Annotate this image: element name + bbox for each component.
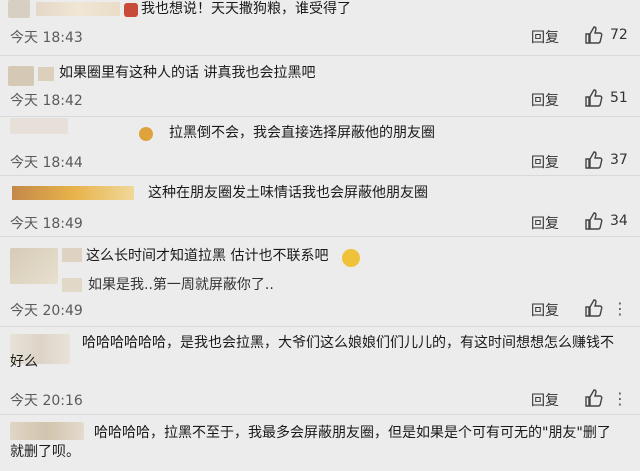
more-icon[interactable]: ⋮ [612, 389, 628, 408]
thumbs-up-icon[interactable] [584, 298, 604, 318]
comment-text: 这么长时间才知道拉黑 估计也不联系吧 [86, 248, 329, 264]
emoji-icon [124, 3, 138, 17]
blurred-username [62, 278, 82, 292]
comment-item: 哈哈哈哈，拉黑不至于，我最多会屏蔽朋友圈，但是如果是个可有可无的"朋友"删了就删… [0, 420, 640, 471]
like-count: 51 [610, 90, 628, 106]
emoji-icon [139, 127, 153, 141]
reply-button[interactable]: 回复 [531, 300, 559, 320]
divider [0, 175, 640, 176]
comment-text: 如果圈里有这种人的话 讲真我也会拉黑吧 [59, 65, 316, 81]
divider [0, 55, 640, 56]
divider [0, 414, 640, 415]
thumbs-up-icon[interactable] [584, 88, 604, 108]
comment-text: 这种在朋友圈发土味情话我也会屏蔽他朋友圈 [148, 185, 428, 201]
reply-button[interactable]: 回复 [531, 27, 559, 47]
comment-item: 我也想说！天天撒狗粮，谁受得了 今天 18:43 回复 72 [0, 0, 640, 50]
timestamp: 今天 18:49 [10, 216, 83, 232]
divider [0, 326, 640, 327]
quoted-reply-text: 如果是我..第一周就屏蔽你了.. [88, 277, 274, 293]
thumbs-up-icon[interactable] [584, 211, 604, 231]
timestamp: 今天 20:49 [10, 303, 83, 319]
timestamp: 今天 20:16 [10, 393, 83, 409]
timestamp: 今天 18:42 [10, 93, 83, 109]
divider [0, 116, 640, 117]
blurred-username [12, 186, 134, 200]
comment-text: 拉黑倒不会，我会直接选择屏蔽他的朋友圈 [169, 125, 435, 141]
like-count: 34 [610, 213, 628, 229]
avatar[interactable] [8, 66, 34, 86]
avatar[interactable] [8, 0, 30, 18]
reply-button[interactable]: 回复 [531, 213, 559, 233]
comment-item: 这种在朋友圈发土味情话我也会屏蔽他朋友圈 今天 18:49 回复 34 [0, 180, 640, 232]
like-count: 72 [610, 27, 628, 43]
avatar[interactable] [10, 248, 58, 284]
comment-item: 哈哈哈哈哈哈，是我也会拉黑，大爷们这么娘娘们们儿儿的，有这时间想想怎么赚钱不好么… [0, 330, 640, 410]
comment-text: 哈哈哈哈哈哈，是我也会拉黑，大爷们这么娘娘们们儿儿的，有这时间想想怎么赚钱不好么 [10, 335, 614, 370]
comment-item: 如果圈里有这种人的话 讲真我也会拉黑吧 今天 18:42 回复 51 [0, 60, 640, 112]
blurred-username [36, 2, 120, 16]
blurred-username [38, 67, 54, 81]
reply-button[interactable]: 回复 [531, 390, 559, 410]
comment-item: 这么长时间才知道拉黑 估计也不联系吧 如果是我..第一周就屏蔽你了.. 今天 2… [0, 242, 640, 322]
reply-button[interactable]: 回复 [531, 152, 559, 172]
thumbs-up-icon[interactable] [584, 25, 604, 45]
divider [0, 236, 640, 237]
timestamp: 今天 18:43 [10, 30, 83, 46]
thumbs-up-icon[interactable] [584, 150, 604, 170]
emoji-icon [342, 249, 360, 267]
comment-item: 拉黑倒不会，我会直接选择屏蔽他的朋友圈 今天 18:44 回复 37 [0, 118, 640, 172]
comment-text: 哈哈哈哈，拉黑不至于，我最多会屏蔽朋友圈，但是如果是个可有可无的"朋友"删了就删… [10, 425, 611, 460]
like-count: 37 [610, 152, 628, 168]
avatar[interactable] [10, 118, 68, 134]
thumbs-up-icon[interactable] [584, 388, 604, 408]
reply-button[interactable]: 回复 [531, 90, 559, 110]
comment-text: 我也想说！天天撒狗粮，谁受得了 [141, 1, 351, 17]
blurred-username [62, 248, 82, 262]
timestamp: 今天 18:44 [10, 155, 83, 171]
more-icon[interactable]: ⋮ [612, 299, 628, 318]
